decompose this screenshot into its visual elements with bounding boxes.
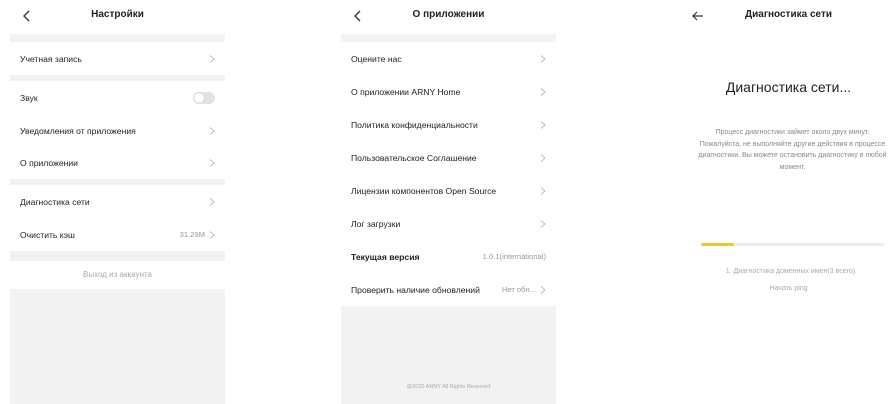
- settings-screen: Настройки Учетная запись Звук Уведомлени…: [10, 0, 225, 404]
- about-item-rate[interactable]: Оцените нас: [341, 42, 556, 75]
- diagnostics-progress-bar: [701, 243, 884, 246]
- version-value: 1.0.1(international): [482, 252, 546, 261]
- about-item-label: Оцените нас: [351, 53, 402, 64]
- about-item-log[interactable]: Лог загрузки: [341, 207, 556, 240]
- settings-item-about[interactable]: О приложении: [10, 146, 225, 179]
- about-item-update[interactable]: Проверить наличие обновлений Нет обн...: [341, 273, 556, 306]
- settings-item-network[interactable]: Диагностика сети: [10, 185, 225, 218]
- about-screen: О приложении Оцените нас О приложении AR…: [341, 0, 556, 404]
- settings-item-notifications[interactable]: Уведомления от приложения: [10, 114, 225, 147]
- settings-item-label: Диагностика сети: [20, 196, 90, 207]
- chevron-right-icon: [540, 87, 546, 96]
- diagnostics-description: Процесс диагностики займет около двух ми…: [698, 129, 887, 171]
- account-group: Учетная запись: [10, 42, 225, 75]
- about-item-label: Пользовательское Соглашение: [351, 152, 477, 163]
- diagnostics-screen: Диагностика сети Диагностика сети... Про…: [681, 0, 896, 404]
- about-group: О приложении: [10, 146, 225, 179]
- settings-item-label: Звук: [20, 92, 38, 103]
- page-title: Диагностика сети: [744, 9, 832, 20]
- settings-item-cache[interactable]: Очистить кэш 31.29M: [10, 218, 225, 251]
- about-header: О приложении: [341, 0, 556, 34]
- tools-group: Диагностика сети Очистить кэш 31.29M: [10, 185, 225, 251]
- chevron-right-icon: [209, 158, 215, 167]
- about-item-agreement[interactable]: Пользовательское Соглашение: [341, 141, 556, 174]
- settings-item-sound: Звук: [10, 81, 225, 114]
- diagnostics-step: 1. Диагностика доменных имен(3 всего): [725, 268, 856, 275]
- page-title: Настройки: [91, 9, 144, 20]
- chevron-right-icon: [209, 197, 215, 206]
- chevron-right-icon: [540, 186, 546, 195]
- about-item-version: Текущая версия 1.0.1(international): [341, 240, 556, 273]
- chevron-right-icon: [540, 120, 546, 129]
- about-item-label: Лог загрузки: [351, 218, 401, 229]
- about-item-licenses[interactable]: Лицензии компонентов Open Source: [341, 174, 556, 207]
- cache-size: 31.29M: [179, 230, 205, 239]
- settings-item-label: О приложении: [20, 157, 78, 168]
- chevron-right-icon: [540, 219, 546, 228]
- progress-fill: [701, 243, 734, 246]
- chevron-right-icon: [209, 126, 215, 135]
- update-status: Нет обн...: [501, 285, 536, 294]
- settings-item-label: Учетная запись: [20, 53, 82, 64]
- diagnostics-heading: Диагностика сети...: [725, 79, 852, 95]
- chevron-right-icon: [540, 285, 546, 294]
- about-item-privacy[interactable]: Политика конфиденциальности: [341, 108, 556, 141]
- settings-item-account[interactable]: Учетная запись: [10, 42, 225, 75]
- about-item-label: Проверить наличие обновлений: [351, 284, 480, 295]
- about-item-label: О приложении ARNY Home: [351, 86, 461, 97]
- chevron-right-icon: [209, 230, 215, 239]
- settings-item-label: Уведомления от приложения: [20, 125, 136, 136]
- toggle-knob: [194, 92, 204, 103]
- about-item-label: Текущая версия: [351, 251, 420, 262]
- settings-header: Настройки: [10, 0, 225, 34]
- diagnostics-header: Диагностика сети: [681, 0, 896, 34]
- about-item-app[interactable]: О приложении ARNY Home: [341, 75, 556, 108]
- settings-item-label: Очистить кэш: [20, 229, 75, 240]
- about-list: Оцените нас О приложении ARNY Home Полит…: [341, 42, 556, 306]
- ping-status: Начать ping: [769, 285, 808, 292]
- sound-group: Звук Уведомления от приложения: [10, 81, 225, 147]
- copyright-footer: @2020 ARNY All Rights Reserved: [406, 384, 491, 390]
- chevron-right-icon: [209, 54, 215, 63]
- logout-button[interactable]: Выход из аккаунта: [10, 261, 225, 289]
- sound-toggle[interactable]: [193, 91, 215, 104]
- page-title: О приложении: [412, 9, 485, 20]
- about-item-label: Политика конфиденциальности: [351, 119, 478, 130]
- chevron-right-icon: [540, 153, 546, 162]
- about-item-label: Лицензии компонентов Open Source: [351, 185, 497, 196]
- chevron-right-icon: [540, 54, 546, 63]
